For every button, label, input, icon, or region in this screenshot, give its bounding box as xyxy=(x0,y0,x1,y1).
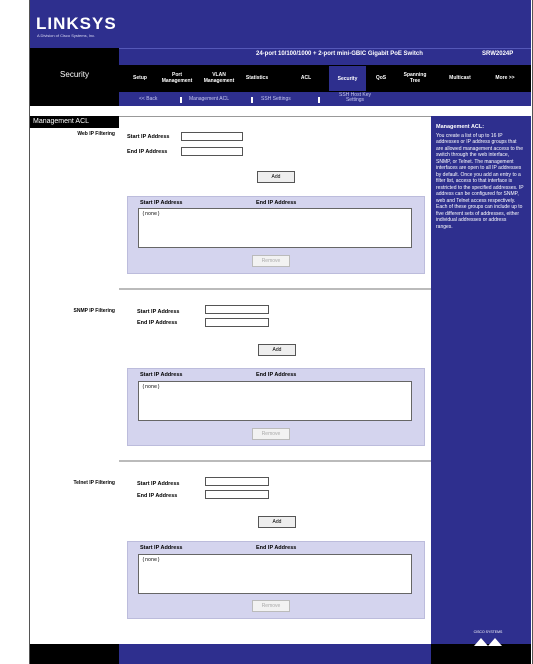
section-divider xyxy=(119,460,431,462)
telnet-start-ip-label: Start IP Address xyxy=(137,481,180,487)
snmp-ip-list[interactable]: (none) xyxy=(138,381,412,421)
snmp-remove-button[interactable]: Remove xyxy=(252,428,290,440)
help-title: Management ACL: xyxy=(436,124,485,130)
snmp-end-ip-label: End IP Address xyxy=(137,320,178,326)
list-item[interactable]: (none) xyxy=(142,557,160,563)
help-text: Management ACL: You create a list of up … xyxy=(436,124,524,230)
subnav-ssh-settings[interactable]: SSH Settings xyxy=(261,97,291,102)
snmp-end-ip-input[interactable] xyxy=(205,318,269,327)
web-remove-button[interactable]: Remove xyxy=(252,255,290,267)
subnav-ssh-host-key[interactable]: SSH Host Key Settings xyxy=(330,93,380,103)
left-column xyxy=(30,106,119,644)
telnet-col-start: Start IP Address xyxy=(140,545,183,551)
telnet-start-ip-input[interactable] xyxy=(205,477,269,486)
tab-spanning-tree[interactable]: Spanning Tree xyxy=(398,67,432,89)
web-col-end: End IP Address xyxy=(256,200,297,206)
list-item[interactable]: (none) xyxy=(142,384,160,390)
telnet-end-ip-input[interactable] xyxy=(205,490,269,499)
web-ip-filtering-label: Web IP Filtering xyxy=(77,131,115,137)
tab-vlan-management[interactable]: VLAN Management xyxy=(199,67,239,89)
cisco-logo: CISCO SYSTEMS xyxy=(468,630,508,648)
tab-acl[interactable]: ACL xyxy=(296,67,316,89)
telnet-ip-list[interactable]: (none) xyxy=(138,554,412,594)
telnet-col-end: End IP Address xyxy=(256,545,297,551)
snmp-add-button[interactable]: Add xyxy=(258,344,296,356)
web-ip-list[interactable]: (none) xyxy=(138,208,412,248)
snmp-start-ip-input[interactable] xyxy=(205,305,269,314)
help-body: You create a list of up to 16 IP address… xyxy=(436,132,524,230)
tab-port-management[interactable]: Port Management xyxy=(157,67,197,89)
subnav-separator xyxy=(251,97,253,103)
snmp-col-start: Start IP Address xyxy=(140,372,183,378)
tab-qos[interactable]: QoS xyxy=(369,67,393,89)
cisco-text: CISCO SYSTEMS xyxy=(473,630,503,634)
subnav-separator xyxy=(180,97,182,103)
section-divider xyxy=(119,288,431,290)
left-heading: Management ACL xyxy=(30,116,119,128)
telnet-remove-button[interactable]: Remove xyxy=(252,600,290,612)
web-col-start: Start IP Address xyxy=(140,200,183,206)
telnet-ip-filtering-label: Telnet IP Filtering xyxy=(73,480,116,486)
linksys-logo: LINKSYS xyxy=(36,14,117,33)
tab-statistics[interactable]: Statistics xyxy=(241,67,273,89)
page-section-title: Security xyxy=(60,70,89,79)
content-top-line xyxy=(119,116,431,117)
telnet-add-button[interactable]: Add xyxy=(258,516,296,528)
cisco-bridge-icon xyxy=(474,638,502,646)
subnav-back[interactable]: << Back xyxy=(139,97,157,102)
snmp-start-ip-label: Start IP Address xyxy=(137,309,180,315)
snmp-col-end: End IP Address xyxy=(256,372,297,378)
model-number: SRW2024P xyxy=(482,51,514,57)
list-item[interactable]: (none) xyxy=(142,211,160,217)
web-end-ip-input[interactable] xyxy=(181,147,243,156)
footer-center xyxy=(119,644,431,664)
snmp-ip-filtering-label: SNMP IP Filtering xyxy=(73,308,116,314)
product-title: 24-port 10/100/1000 + 2-port mini-GBIC G… xyxy=(256,51,423,57)
subnav-management-acl[interactable]: Management ACL xyxy=(189,97,229,102)
web-end-ip-label: End IP Address xyxy=(127,149,168,155)
web-start-ip-label: Start IP Address xyxy=(127,134,170,140)
tab-security[interactable]: Security xyxy=(329,66,366,91)
subnav-separator xyxy=(318,97,320,103)
tab-setup[interactable]: Setup xyxy=(127,67,153,89)
telnet-end-ip-label: End IP Address xyxy=(137,493,178,499)
tab-more[interactable]: More >> xyxy=(486,67,524,89)
web-start-ip-input[interactable] xyxy=(181,132,243,141)
tab-multicast[interactable]: Multicast xyxy=(443,67,477,89)
logo-tagline: A Division of Cisco Systems, Inc. xyxy=(37,33,96,38)
web-add-button[interactable]: Add xyxy=(257,171,295,183)
